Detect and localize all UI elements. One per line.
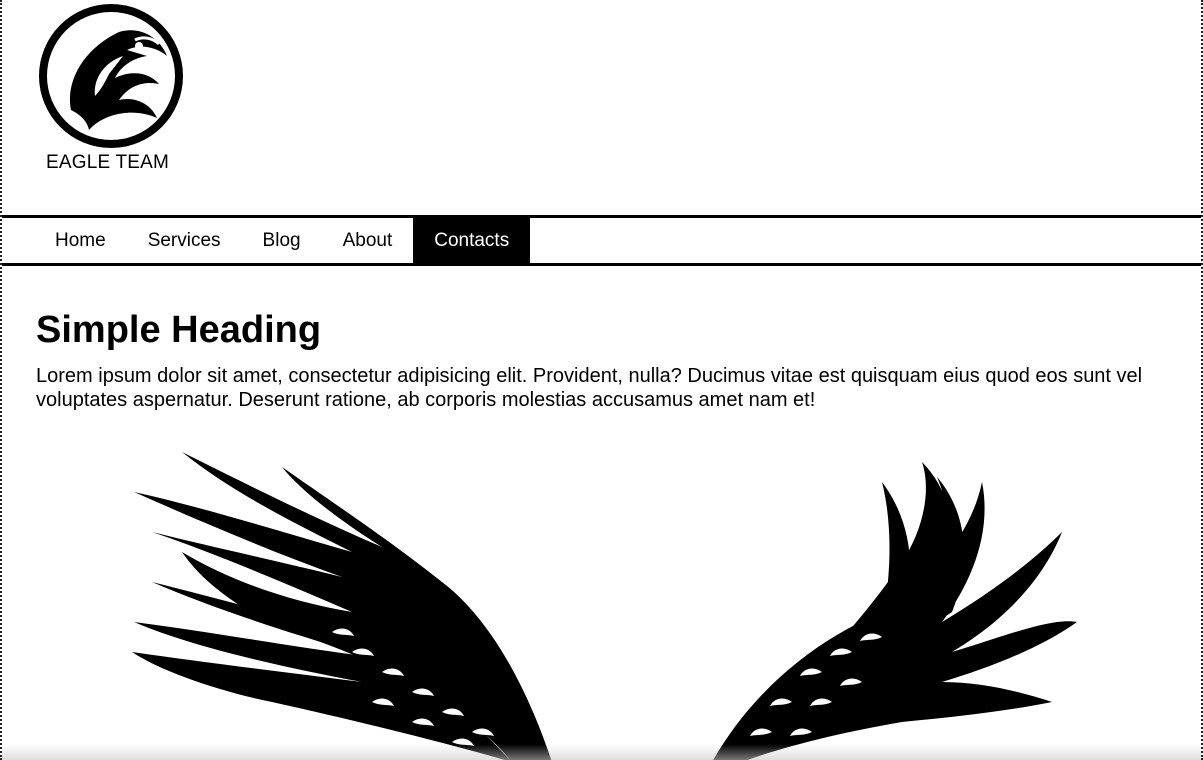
main-content: Simple Heading Lorem ipsum dolor sit ame… [36,306,1186,412]
eagle-wings-icon [132,452,1077,760]
nav-item-services[interactable]: Services [127,218,242,263]
intro-paragraph: Lorem ipsum dolor sit amet, consectetur … [36,365,1143,411]
eagle-head-icon [39,4,183,148]
nav-item-contacts[interactable]: Contacts [413,218,531,263]
nav-item-blog[interactable]: Blog [242,218,322,263]
nav-item-about[interactable]: About [322,218,414,263]
brand-name: EAGLE TEAM [46,152,170,173]
page-title: Simple Heading [36,309,322,351]
page-frame: EAGLE TEAM Home Services Blog About Cont… [0,0,1203,760]
nav-list: Home Services Blog About Contacts [2,218,1201,263]
logo[interactable]: EAGLE TEAM [34,0,190,173]
nav-item-home[interactable]: Home [34,218,127,263]
main-nav: Home Services Blog About Contacts [2,215,1201,266]
bottom-fade [2,744,1201,760]
